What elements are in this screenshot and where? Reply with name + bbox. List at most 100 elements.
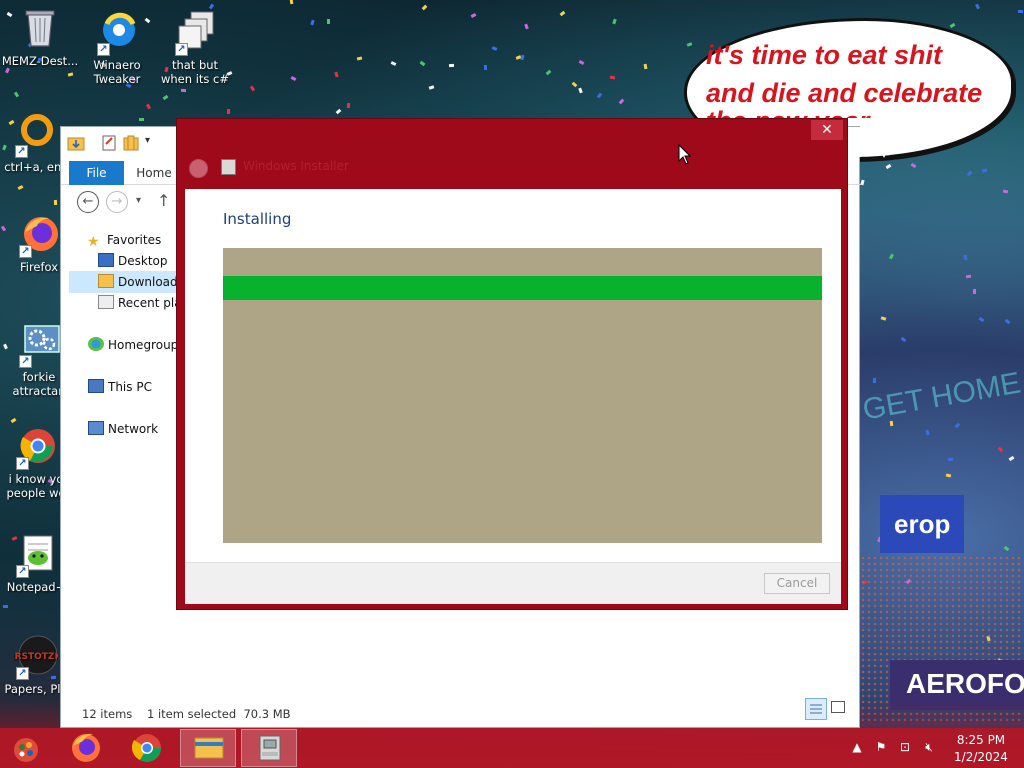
start-button[interactable] [8,732,44,764]
confetti-piece [208,3,215,10]
close-button[interactable]: ✕ [811,120,843,140]
confetti-piece [491,46,498,51]
speech-bubble-tail [870,130,898,158]
windows-stack-icon: ↗ [173,10,217,56]
folder-icon [194,737,224,759]
confetti-piece [966,170,973,177]
computer-icon [88,379,104,393]
shortcut-arrow-icon: ↗ [16,667,29,680]
clock-date[interactable]: 1/2/2024 [953,750,1009,764]
settings-monitor-icon: ↗ [17,322,61,368]
confetti-piece [545,69,552,76]
confetti-piece [139,118,144,121]
desktop-icon-winaero[interactable]: ↗ Winaero Tweaker [77,10,157,86]
wallpaper-billboard: erop [880,495,964,553]
new-folder-icon[interactable] [123,135,139,151]
large-icons-view-icon[interactable] [831,701,845,713]
confetti-piece [310,19,315,26]
homegroup-icon [88,337,104,351]
confetti-piece [978,316,985,323]
confetti-piece [10,417,17,424]
confetti-piece [145,103,152,110]
desktop-icon-label: Winaero Tweaker [93,58,141,86]
confetti-piece [889,253,894,260]
confetti-piece [975,3,980,10]
forward-arrow-icon[interactable]: → [106,191,128,213]
confetti-piece [335,108,342,115]
taskbar-file-explorer[interactable] [180,729,236,767]
back-arrow-icon[interactable]: ← [77,191,99,213]
confetti-piece [559,10,566,17]
confetti-piece [925,429,930,436]
confetti-piece [900,336,907,343]
chrome-icon: ↗ [14,424,58,470]
details-view-icon[interactable] [805,698,827,720]
speech-bubble-line-3: the new year [706,104,1006,118]
confetti-piece [1002,189,1009,194]
confetti-piece [326,18,331,25]
confetti-piece [17,185,24,190]
tree-item-this-pc[interactable]: This PC [88,377,152,397]
tree-item-downloads[interactable]: Downloads [98,272,184,292]
confetti-piece [860,179,865,186]
taskbar-firefox[interactable] [58,729,114,767]
up-arrow-icon[interactable]: ↑ [157,191,170,210]
desktop-icon-that-but-when[interactable]: ↗ that but when its c# [155,10,235,86]
tree-label: Desktop [118,254,168,268]
confetti-piece [997,446,1004,453]
folder-down-icon[interactable] [67,135,85,151]
taskbar-chrome[interactable] [119,729,175,767]
notepad-plus-icon: ↗ [14,532,58,578]
progress-bar-track [223,248,822,543]
installer-icon [259,735,281,761]
recent-locations-icon[interactable]: ▾ [136,195,141,206]
confetti-piece [13,91,20,98]
speech-bubble-text: it's time to eat shit and die and celebr… [706,36,1006,112]
volume-muted-icon[interactable]: 🔇︎ [922,740,936,754]
cancel-button[interactable]: Cancel [764,573,830,594]
tree-item-recent[interactable]: Recent plac [98,293,188,313]
confetti-piece [1003,545,1010,552]
confetti-piece [945,473,952,478]
confetti-piece [963,254,968,261]
confetti-piece [290,76,297,81]
confetti-piece [67,72,74,77]
wallpaper-neon-sign: GET HOME [860,366,1024,427]
tree-item-favorites[interactable]: ★ Favorites [87,230,161,250]
confetti-piece [910,162,917,169]
tree-item-homegroup[interactable]: Homegroup [88,335,178,355]
desktop-icon-label: that but when its c# [160,58,230,86]
show-hidden-icons-icon[interactable]: ▲ [850,740,864,754]
shortcut-arrow-icon: ↗ [97,43,110,56]
confetti-piece [880,316,887,321]
desktop-icon-label: i know yo people we [6,472,66,500]
speech-bubble-line-1: it's time to eat shit [706,40,942,70]
tab-home[interactable]: Home [129,161,179,185]
action-center-flag-icon[interactable]: ⚑ [874,740,888,754]
confetti-piece [448,63,455,68]
confetti-piece [356,56,363,61]
taskbar-installer[interactable] [241,729,297,767]
clock-time[interactable]: 8:25 PM [953,733,1009,747]
properties-icon[interactable] [101,135,117,151]
confetti-piece [947,457,954,462]
qat-dropdown-icon[interactable]: ▾ [145,135,150,146]
network-icon[interactable]: ⊡ [898,740,912,754]
tree-item-desktop[interactable]: Desktop [98,251,168,271]
item-count: 12 items [82,707,133,721]
confetti-piece [180,88,187,93]
selection-info: 1 item selected 70.3 MB [147,707,291,721]
firefox-icon: ↗ [17,212,61,258]
confetti-piece [885,163,892,170]
desktop-icon-memz[interactable]: MEMZ-Dest... [0,6,80,68]
shortcut-arrow-icon: ↗ [19,245,32,258]
star-icon: ★ [87,234,100,250]
downloads-folder-icon [98,274,114,288]
confetti-piece [5,67,10,74]
confetti-piece [1017,9,1024,14]
confetti-piece [334,71,339,78]
tab-file[interactable]: File [69,161,124,185]
tree-item-network[interactable]: Network [88,419,158,439]
recycle-bin-icon [18,6,62,50]
installer-window[interactable]: ✕ Windows Installer Installing Cancel [176,118,848,610]
